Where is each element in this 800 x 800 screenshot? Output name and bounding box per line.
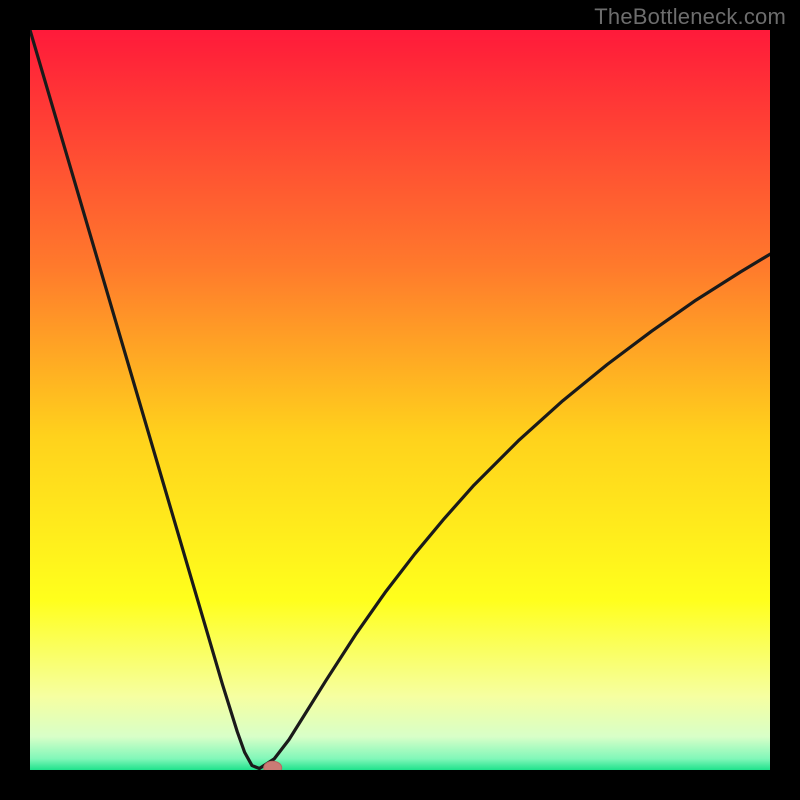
plot-area bbox=[30, 30, 770, 770]
optimum-marker bbox=[264, 761, 282, 770]
watermark-label: TheBottleneck.com bbox=[594, 4, 786, 30]
gradient-background bbox=[30, 30, 770, 770]
chart-container: TheBottleneck.com bbox=[0, 0, 800, 800]
bottleneck-curve-chart bbox=[30, 30, 770, 770]
